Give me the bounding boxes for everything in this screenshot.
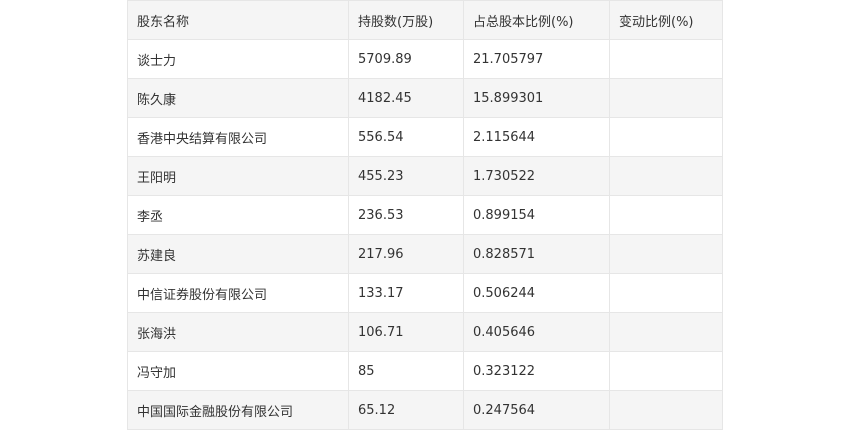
cell-share-ratio: 2.115644 xyxy=(463,117,610,157)
cell-change-ratio xyxy=(609,195,723,235)
table-row: 谈士力 5709.89 21.705797 xyxy=(127,39,723,79)
shareholder-table-container: 股东名称 持股数(万股) 占总股本比例(%) 变动比例(%) 谈士力 5709.… xyxy=(127,0,723,430)
cell-share-ratio: 0.405646 xyxy=(463,312,610,352)
cell-shares-held: 455.23 xyxy=(348,156,464,196)
cell-change-ratio xyxy=(609,351,723,391)
cell-shareholder-name: 陈久康 xyxy=(127,78,349,118)
header-shareholder-name: 股东名称 xyxy=(127,0,349,40)
header-share-ratio: 占总股本比例(%) xyxy=(463,0,610,40)
table-row: 苏建良 217.96 0.828571 xyxy=(127,234,723,274)
header-change-ratio: 变动比例(%) xyxy=(609,0,723,40)
cell-shareholder-name: 张海洪 xyxy=(127,312,349,352)
cell-shares-held: 85 xyxy=(348,351,464,391)
cell-shareholder-name: 香港中央结算有限公司 xyxy=(127,117,349,157)
cell-shareholder-name: 冯守加 xyxy=(127,351,349,391)
table-row: 王阳明 455.23 1.730522 xyxy=(127,156,723,196)
cell-shares-held: 236.53 xyxy=(348,195,464,235)
table-header-row: 股东名称 持股数(万股) 占总股本比例(%) 变动比例(%) xyxy=(127,0,723,40)
cell-shares-held: 65.12 xyxy=(348,390,464,430)
table-row: 陈久康 4182.45 15.899301 xyxy=(127,78,723,118)
cell-change-ratio xyxy=(609,39,723,79)
cell-shareholder-name: 李丞 xyxy=(127,195,349,235)
cell-change-ratio xyxy=(609,273,723,313)
cell-share-ratio: 0.323122 xyxy=(463,351,610,391)
cell-share-ratio: 0.828571 xyxy=(463,234,610,274)
cell-share-ratio: 0.247564 xyxy=(463,390,610,430)
cell-share-ratio: 21.705797 xyxy=(463,39,610,79)
cell-shareholder-name: 中信证券股份有限公司 xyxy=(127,273,349,313)
cell-change-ratio xyxy=(609,156,723,196)
cell-change-ratio xyxy=(609,117,723,157)
cell-shares-held: 556.54 xyxy=(348,117,464,157)
cell-share-ratio: 1.730522 xyxy=(463,156,610,196)
table-row: 李丞 236.53 0.899154 xyxy=(127,195,723,235)
cell-change-ratio xyxy=(609,234,723,274)
shareholder-table: 股东名称 持股数(万股) 占总股本比例(%) 变动比例(%) 谈士力 5709.… xyxy=(127,0,723,430)
cell-shareholder-name: 苏建良 xyxy=(127,234,349,274)
cell-change-ratio xyxy=(609,390,723,430)
cell-share-ratio: 0.899154 xyxy=(463,195,610,235)
header-shares-held: 持股数(万股) xyxy=(348,0,464,40)
cell-shares-held: 5709.89 xyxy=(348,39,464,79)
cell-shareholder-name: 中国国际金融股份有限公司 xyxy=(127,390,349,430)
table-row: 张海洪 106.71 0.405646 xyxy=(127,312,723,352)
cell-shares-held: 4182.45 xyxy=(348,78,464,118)
table-row: 中国国际金融股份有限公司 65.12 0.247564 xyxy=(127,390,723,430)
cell-shareholder-name: 王阳明 xyxy=(127,156,349,196)
cell-share-ratio: 15.899301 xyxy=(463,78,610,118)
cell-shareholder-name: 谈士力 xyxy=(127,39,349,79)
table-row: 香港中央结算有限公司 556.54 2.115644 xyxy=(127,117,723,157)
cell-change-ratio xyxy=(609,312,723,352)
cell-share-ratio: 0.506244 xyxy=(463,273,610,313)
cell-shares-held: 106.71 xyxy=(348,312,464,352)
cell-shares-held: 133.17 xyxy=(348,273,464,313)
cell-change-ratio xyxy=(609,78,723,118)
table-row: 冯守加 85 0.323122 xyxy=(127,351,723,391)
table-row: 中信证券股份有限公司 133.17 0.506244 xyxy=(127,273,723,313)
cell-shares-held: 217.96 xyxy=(348,234,464,274)
